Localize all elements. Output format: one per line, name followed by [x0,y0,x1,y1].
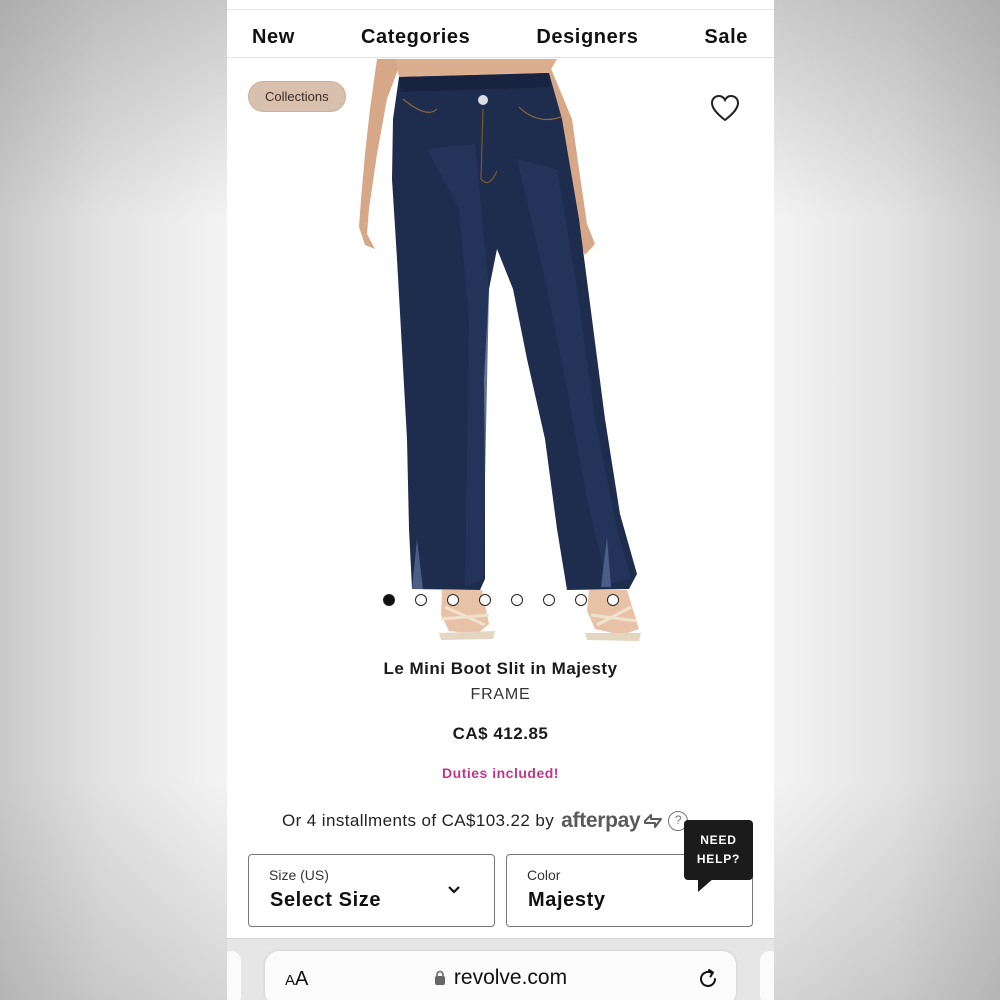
nav-item-designers[interactable]: Designers [536,26,638,49]
lock-icon [434,970,445,985]
product-price: CA$ 412.85 [452,724,549,743]
afterpay-mark-icon [644,814,663,828]
next-tab-edge[interactable] [760,951,774,1000]
duties-note: Duties included! [442,765,559,781]
reload-icon[interactable] [696,967,720,991]
installments-line: Or 4 installments of CA$103.22 by afterp… [282,809,689,833]
phone-screen: New Categories Designers Sale Collection… [227,0,774,1000]
carousel-dot[interactable] [414,594,427,606]
product-image [359,59,641,641]
carousel-dot[interactable] [574,594,587,606]
collections-chip[interactable]: Collections [248,81,346,112]
nav-item-new[interactable]: New [252,26,295,49]
product-title: Le Mini Boot Slit in Majesty [383,659,618,678]
nav-item-categories[interactable]: Categories [361,26,470,49]
divider [227,9,774,10]
previous-tab-edge[interactable] [227,951,241,1000]
carousel-dot[interactable] [606,594,619,606]
nav-item-sale[interactable]: Sale [704,26,748,49]
carousel-dot[interactable] [510,594,523,606]
carousel-dot[interactable] [542,594,555,606]
carousel-dot[interactable] [478,594,491,606]
need-help-button[interactable]: NEED HELP? [684,820,753,892]
heart-icon[interactable] [710,94,740,122]
afterpay-logo: afterpay [561,809,641,832]
carousel-dots [227,594,774,606]
browser-bar: AA revolve.com [227,938,774,1000]
url-text: revolve.com [453,966,568,989]
size-select-value: Select Size [270,889,382,911]
top-nav: New Categories Designers Sale [227,18,774,58]
product-image-carousel[interactable]: Collections [227,59,774,649]
address-bar[interactable]: AA revolve.com [265,951,736,1000]
color-select-label: Color [527,867,561,883]
size-select[interactable]: Size (US) Select Size [248,854,495,927]
need-help-line2: HELP? [696,852,741,866]
carousel-dot[interactable] [446,594,459,606]
product-brand[interactable]: FRAME [227,686,774,704]
speech-tail [698,878,714,892]
carousel-dot[interactable] [382,594,395,606]
size-select-label: Size (US) [269,867,329,883]
installments-text: Or 4 installments of CA$103.22 by [282,811,555,830]
chevron-down-icon [448,886,460,894]
color-select-value: Majesty [528,889,606,911]
url-display[interactable]: revolve.com [265,966,736,990]
need-help-line1: NEED [700,833,737,847]
